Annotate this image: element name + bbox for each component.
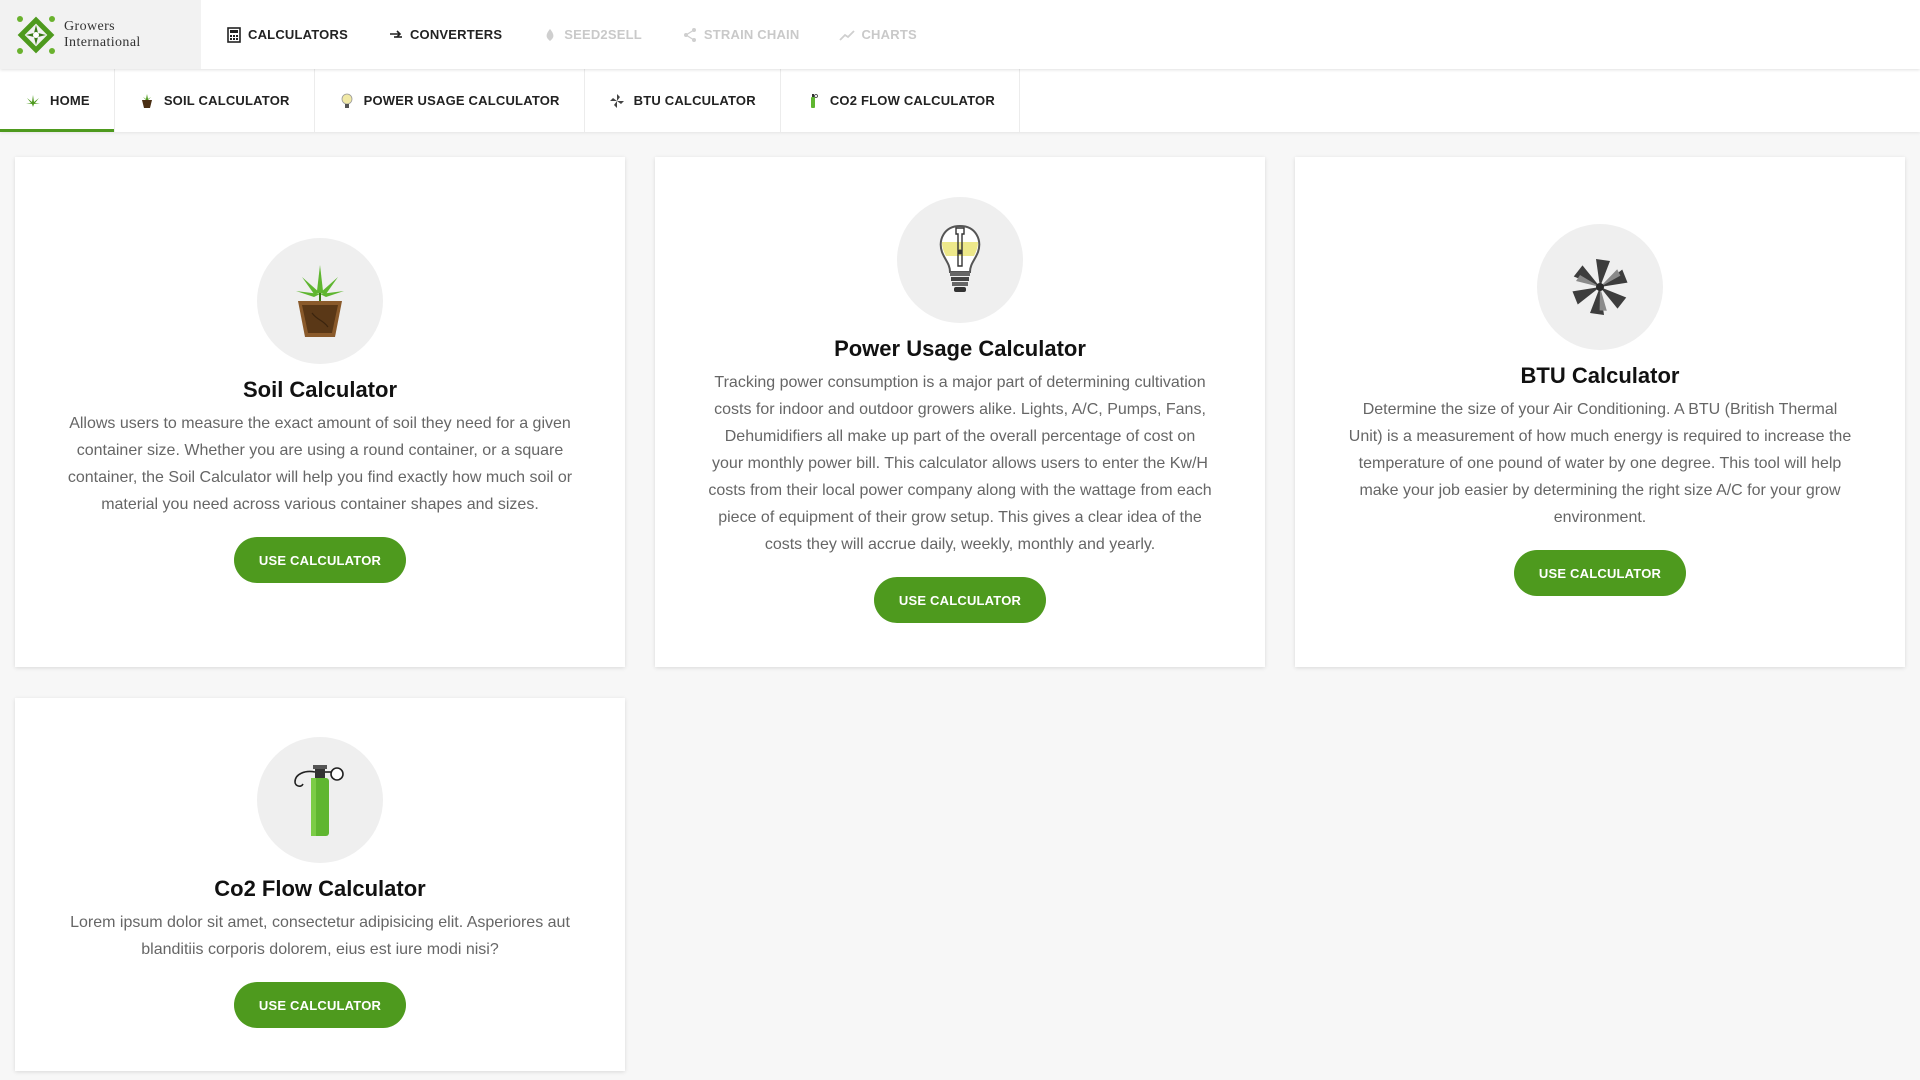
- co2-tank-icon: [805, 93, 821, 109]
- brand-logo[interactable]: Growers International: [0, 0, 201, 69]
- soil-calculator-card: Soil Calculator Allows users to measure …: [15, 157, 625, 667]
- co2-tank-icon: [294, 765, 344, 836]
- use-btu-calculator-button[interactable]: USE CALCULATOR: [1514, 550, 1686, 596]
- tab-power-usage-calculator[interactable]: POWER USAGE CALCULATOR: [315, 69, 585, 132]
- menu-item-label: CALCULATORS: [248, 27, 348, 42]
- tab-label: CO2 FLOW CALCULATOR: [829, 93, 995, 108]
- menu-item-label: CHARTS: [861, 27, 917, 42]
- card-description: Allows users to measure the exact amount…: [67, 415, 573, 513]
- light-bulb-icon: [939, 224, 981, 292]
- fan-icon: [1572, 259, 1628, 315]
- co2-flow-calculator-card: Co2 Flow Calculator Lorem ipsum dolor si…: [15, 698, 625, 1071]
- seed-icon: [542, 27, 558, 43]
- co2-icon-circle: [257, 737, 383, 863]
- btu-calculator-card: BTU Calculator Determine the size of you…: [1295, 157, 1905, 667]
- plant-pot-icon: [296, 265, 344, 337]
- card-description: Tracking power consumption is a major pa…: [708, 374, 1212, 553]
- card-title: BTU Calculator: [1520, 363, 1680, 388]
- menu-item-label: SEED2SELL: [564, 27, 642, 42]
- menu-item-calculators[interactable]: CALCULATORS: [226, 26, 348, 43]
- tab-label: HOME: [50, 93, 90, 108]
- convert-arrows-icon: [388, 27, 404, 43]
- tab-soil-calculator[interactable]: SOIL CALCULATOR: [115, 69, 315, 132]
- power-usage-calculator-card: Power Usage Calculator Tracking power co…: [655, 157, 1265, 667]
- plant-pot-icon: [139, 93, 155, 109]
- menu-item-label: STRAIN CHAIN: [703, 27, 800, 42]
- card-description: Lorem ipsum dolor sit amet, consectetur …: [70, 914, 570, 958]
- card-title: Co2 Flow Calculator: [214, 876, 426, 901]
- soil-icon-circle: [257, 238, 383, 364]
- use-soil-calculator-button[interactable]: USE CALCULATOR: [234, 537, 406, 583]
- tab-home[interactable]: HOME: [0, 69, 115, 132]
- brand-name-line2: International: [64, 34, 141, 50]
- light-bulb-icon: [339, 93, 355, 109]
- btu-icon-circle: [1537, 224, 1663, 350]
- tab-label: POWER USAGE CALCULATOR: [363, 93, 560, 108]
- main-menu: CALCULATORS CONVERTERS SEED2SELL STRAIN …: [226, 0, 957, 69]
- card-description: Determine the size of your Air Condition…: [1348, 401, 1852, 526]
- brand-name-line1: Growers: [64, 18, 116, 34]
- fan-icon: [609, 93, 625, 109]
- card-title: Soil Calculator: [242, 377, 398, 402]
- menu-item-charts[interactable]: CHARTS: [839, 27, 917, 43]
- tab-label: BTU CALCULATOR: [633, 93, 756, 108]
- power-icon-circle: [897, 197, 1023, 323]
- calculator-icon: [226, 26, 242, 43]
- menu-item-converters[interactable]: CONVERTERS: [388, 27, 502, 43]
- share-icon: [682, 27, 698, 43]
- use-co2-flow-calculator-button[interactable]: USE CALCULATOR: [234, 982, 406, 1028]
- tab-label: SOIL CALCULATOR: [163, 93, 290, 108]
- cannabis-leaf-icon: [25, 93, 41, 109]
- use-power-usage-calculator-button[interactable]: USE CALCULATOR: [874, 577, 1046, 623]
- top-navigation-bar: Growers International CALCULATORS CONVER…: [0, 0, 1920, 69]
- calculator-tabs: HOME SOIL CALCULATOR POWER USAGE CALCULA…: [0, 69, 1920, 132]
- growers-logo-icon: [17, 15, 55, 54]
- trend-line-icon: [839, 27, 856, 43]
- menu-item-seed2sell[interactable]: SEED2SELL: [542, 27, 642, 43]
- menu-item-label: CONVERTERS: [409, 27, 503, 42]
- menu-item-strain-chain[interactable]: STRAIN CHAIN: [682, 27, 800, 43]
- card-title: Power Usage Calculator: [834, 336, 1086, 361]
- tab-btu-calculator[interactable]: BTU CALCULATOR: [585, 69, 781, 132]
- tab-co2-flow-calculator[interactable]: CO2 FLOW CALCULATOR: [781, 69, 1020, 132]
